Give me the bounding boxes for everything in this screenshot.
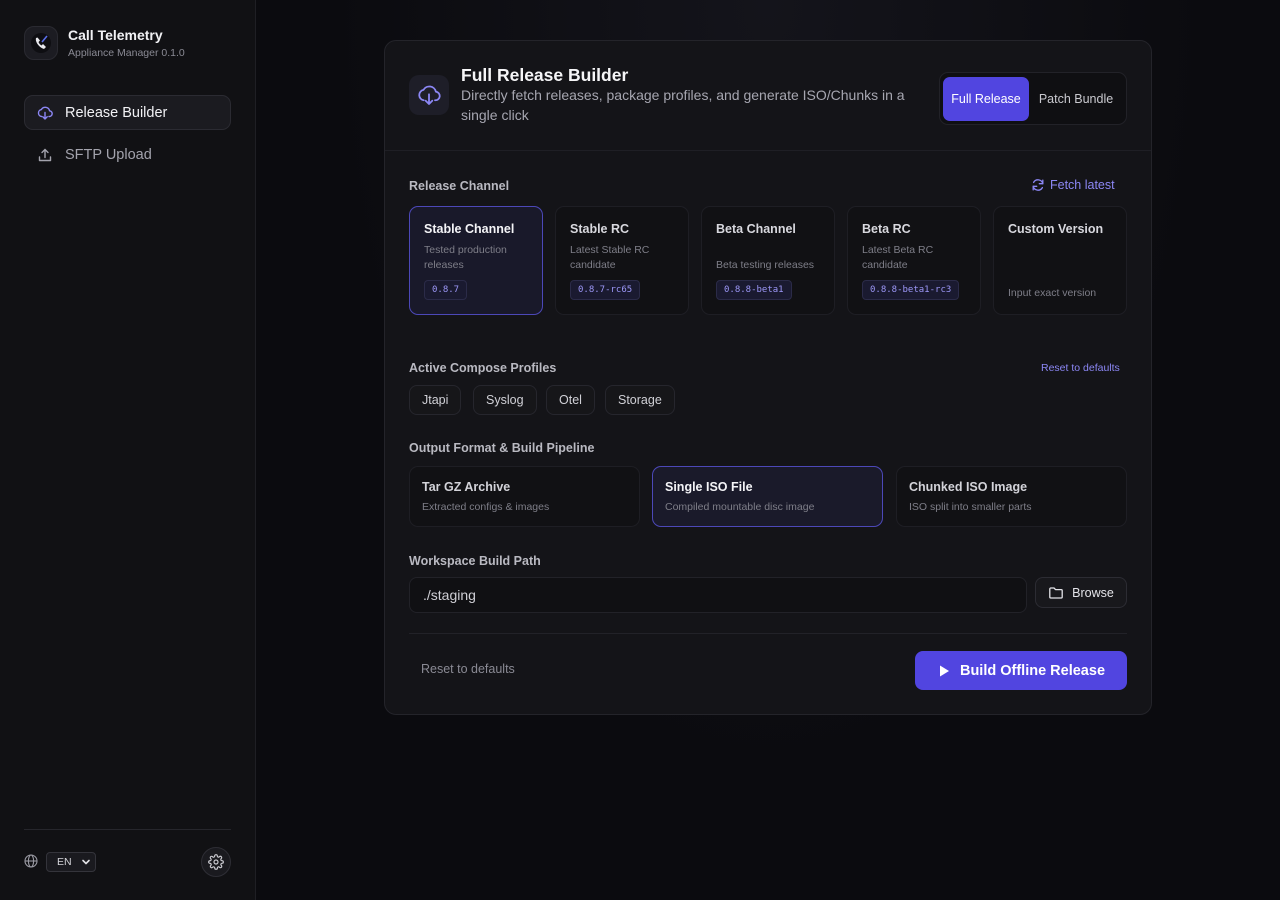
channel-name: Stable Channel: [424, 222, 515, 236]
patch-bundle-button[interactable]: Patch Bundle: [1033, 77, 1119, 121]
chevron-down-icon: [80, 856, 92, 871]
build-label: Build Offline Release: [959, 662, 1106, 679]
divider: [409, 633, 1127, 634]
format-description: Extracted configs & images: [422, 501, 550, 513]
sidebar-item-label: SFTP Upload: [65, 146, 152, 163]
channel-description: Input exact version: [1008, 287, 1097, 299]
format-name: Chunked ISO Image: [909, 480, 1028, 494]
sidebar-item-release-builder[interactable]: Release Builder: [24, 95, 231, 130]
channel-option-stable[interactable]: Stable Channel Tested production release…: [409, 206, 543, 315]
format-name: Tar GZ Archive: [422, 480, 511, 494]
reset-profiles-link[interactable]: Reset to defaults: [1041, 362, 1120, 374]
profile-chip-storage[interactable]: Storage: [605, 385, 675, 415]
browse-label: Browse: [1072, 585, 1114, 600]
app-title: Call Telemetry: [68, 27, 163, 43]
output-format-label: Output Format & Build Pipeline: [409, 441, 595, 455]
gear-icon: [208, 854, 224, 870]
folder-icon: [1048, 585, 1064, 601]
full-release-button[interactable]: Full Release: [943, 77, 1029, 121]
card-header: Full Release Builder Directly fetch rele…: [385, 41, 1151, 151]
format-description: ISO split into smaller parts: [909, 501, 1032, 513]
format-name: Single ISO File: [665, 480, 753, 494]
sidebar-footer: EN: [24, 829, 231, 900]
format-option-chunked-iso[interactable]: Chunked ISO Image ISO split into smaller…: [896, 466, 1127, 527]
version-badge: 0.8.7: [424, 280, 468, 300]
channel-name: Beta Channel: [716, 222, 796, 236]
channel-name: Stable RC: [570, 222, 630, 236]
language-value: EN: [57, 856, 72, 868]
reset-defaults-button[interactable]: Reset to defaults: [421, 662, 515, 676]
format-description: Compiled mountable disc image: [665, 501, 815, 513]
channel-name: Beta RC: [862, 222, 911, 236]
profile-chip-otel[interactable]: Otel: [546, 385, 595, 415]
format-option-single-iso[interactable]: Single ISO File Compiled mountable disc …: [652, 466, 883, 527]
channel-description: Latest Stable RC candidate: [570, 244, 650, 271]
sidebar: Call Telemetry Appliance Manager 0.1.0 R…: [0, 0, 256, 900]
page-title: Full Release Builder: [461, 65, 629, 85]
sidebar-item-label: Release Builder: [65, 104, 168, 121]
workspace-path-input[interactable]: ./staging: [409, 577, 1027, 613]
release-builder-card: Full Release Builder Directly fetch rele…: [384, 40, 1152, 715]
sidebar-nav: Release Builder SFTP Upload: [24, 95, 231, 179]
build-offline-release-button[interactable]: Build Offline Release: [915, 651, 1127, 690]
page-description: Directly fetch releases, package profile…: [461, 87, 905, 123]
app-subtitle: Appliance Manager 0.1.0: [68, 47, 185, 59]
globe-icon: [24, 854, 38, 868]
refresh-icon: [1031, 178, 1045, 192]
browse-button[interactable]: Browse: [1035, 577, 1127, 608]
version-badge: 0.8.7-rc65: [570, 280, 641, 300]
app-logo-icon: [24, 26, 58, 60]
upload-icon: [37, 147, 53, 163]
play-icon: [937, 664, 951, 678]
format-option-targz[interactable]: Tar GZ Archive Extracted configs & image…: [409, 466, 640, 527]
profile-chip-syslog[interactable]: Syslog: [473, 385, 537, 415]
settings-button[interactable]: [201, 847, 231, 877]
workspace-path-value: ./staging: [423, 587, 476, 603]
cloud-download-icon: [37, 105, 53, 121]
channel-description: Latest Beta RC candidate: [862, 244, 934, 271]
main-area: Full Release Builder Directly fetch rele…: [256, 0, 1280, 900]
channel-description: Beta testing releases: [716, 259, 815, 271]
channel-option-custom[interactable]: Custom Version Input exact version: [993, 206, 1127, 315]
channel-description: Tested production releases: [424, 244, 507, 271]
release-channel-label: Release Channel: [409, 179, 510, 193]
sidebar-item-sftp-upload[interactable]: SFTP Upload: [24, 137, 231, 172]
profile-chip-jtapi[interactable]: Jtapi: [409, 385, 462, 415]
fetch-latest-label: Fetch latest: [1050, 178, 1115, 192]
version-badge: 0.8.8-beta1: [716, 280, 792, 300]
channel-option-stable-rc[interactable]: Stable RC Latest Stable RC candidate 0.8…: [555, 206, 689, 315]
version-badge: 0.8.8-beta1-rc3: [862, 280, 960, 300]
fetch-latest-button[interactable]: Fetch latest: [1031, 178, 1115, 192]
mode-toggle: Full Release Patch Bundle: [939, 72, 1127, 125]
channel-option-beta-rc[interactable]: Beta RC Latest Beta RC candidate 0.8.8-b…: [847, 206, 981, 315]
brand: Call Telemetry Appliance Manager 0.1.0: [24, 26, 185, 60]
channel-option-beta[interactable]: Beta Channel Beta testing releases 0.8.8…: [701, 206, 835, 315]
language-select[interactable]: EN: [46, 852, 96, 872]
cloud-download-icon: [409, 75, 449, 115]
channel-name: Custom Version: [1008, 222, 1104, 236]
workspace-path-label: Workspace Build Path: [409, 554, 541, 568]
compose-profiles-label: Active Compose Profiles: [409, 361, 557, 375]
